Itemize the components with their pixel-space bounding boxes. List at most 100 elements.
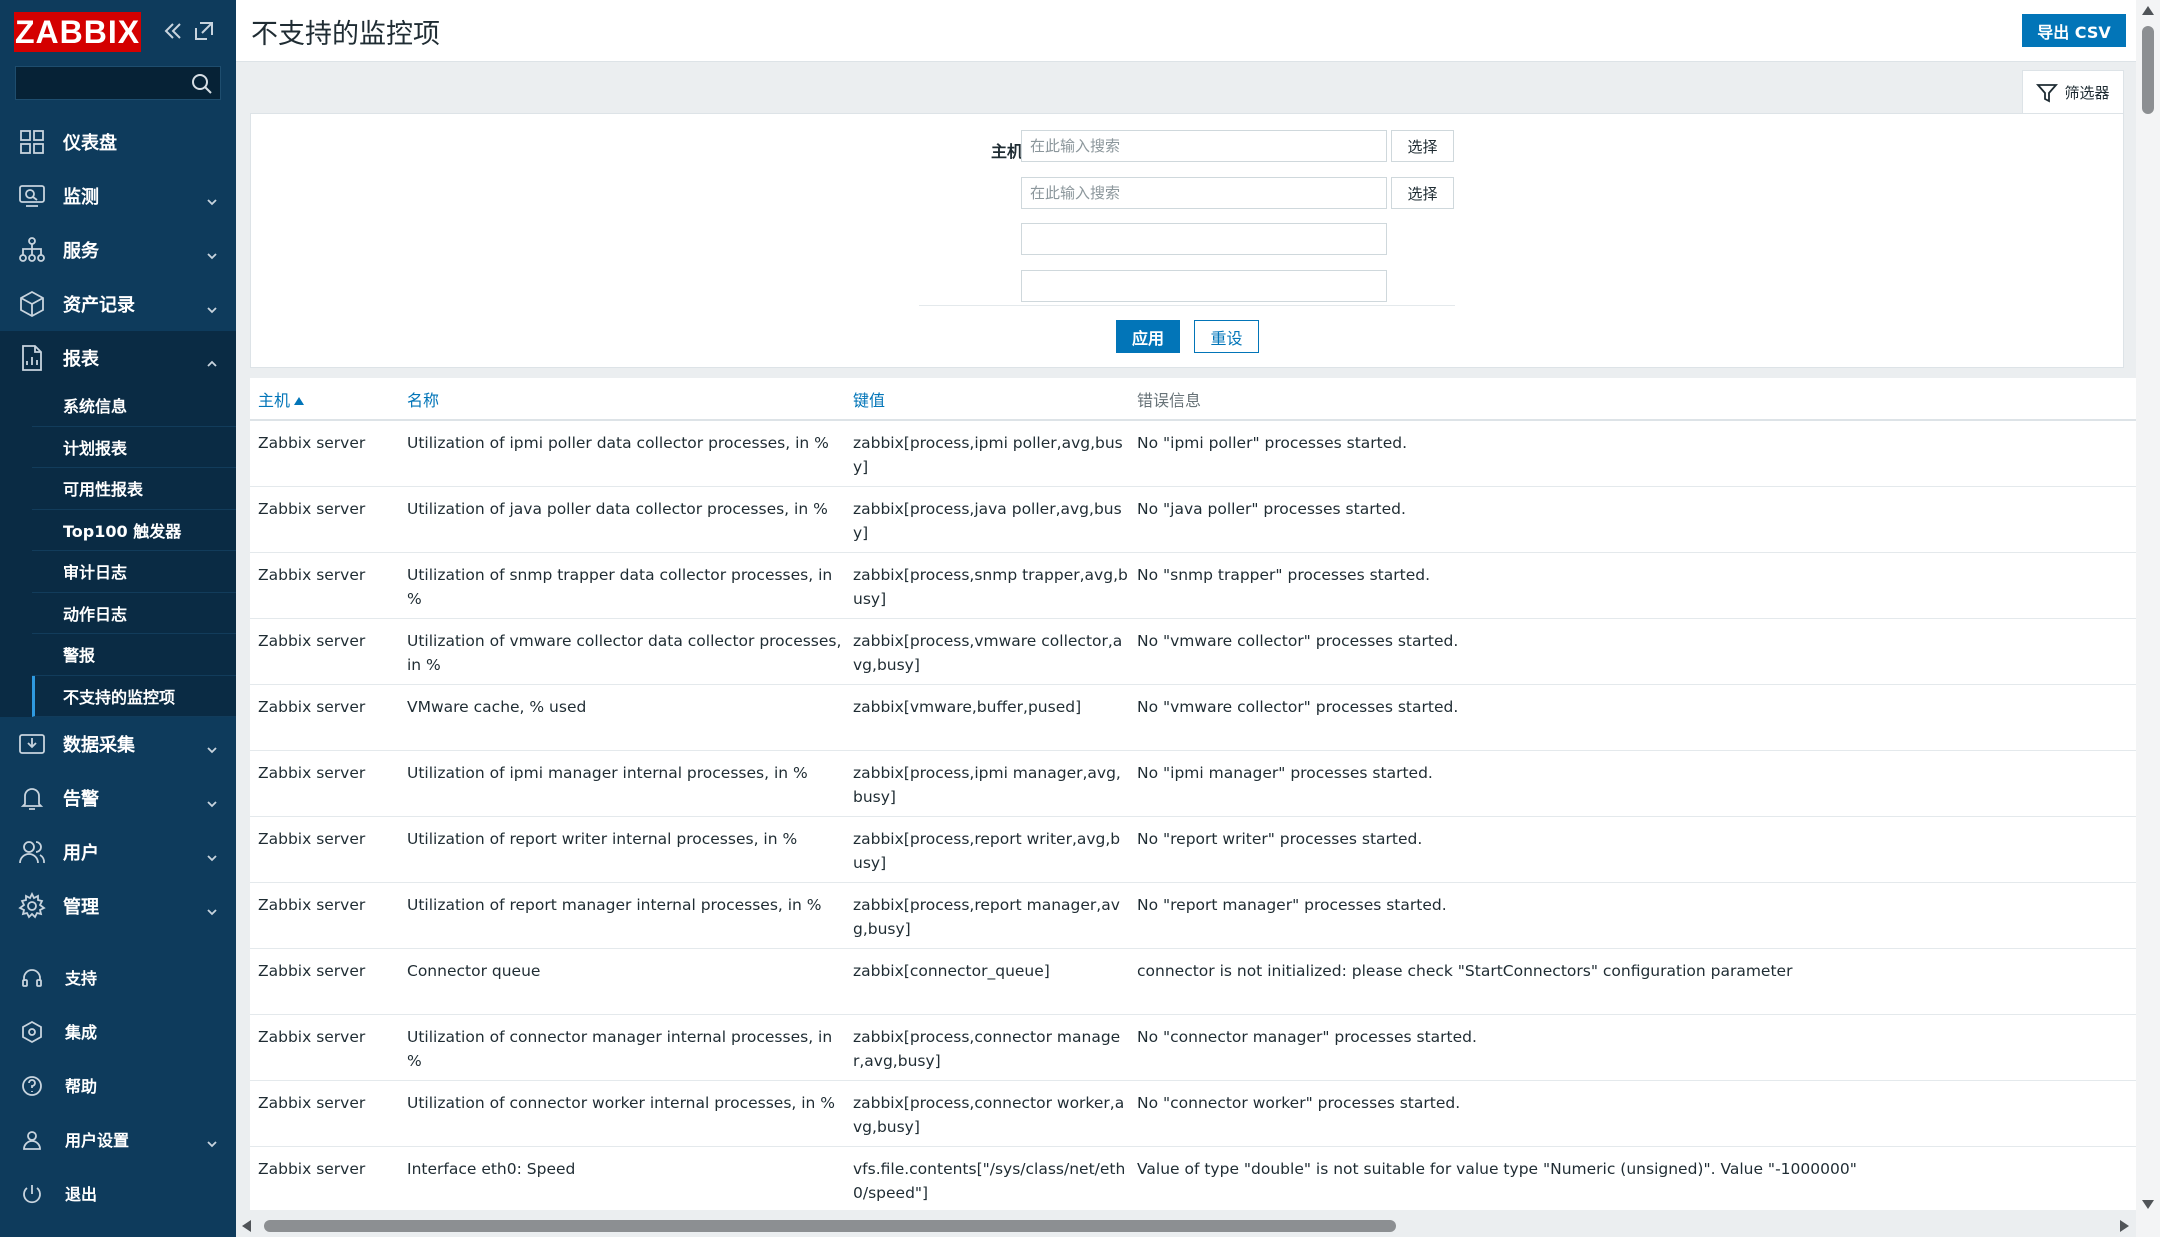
data-collection-icon — [18, 730, 46, 758]
menu-item-inventory[interactable]: 资产记录 — [0, 277, 236, 331]
host-group-select-button[interactable]: 选择 — [1391, 130, 1454, 162]
filter-row-host: 主机 选择 — [251, 177, 2123, 211]
menu-item-help[interactable]: 帮助 — [0, 1058, 236, 1112]
reports-submenu: 系统信息 计划报表 可用性报表 Top100 触发器 审计日志 动作日志 警报 … — [0, 385, 236, 717]
sort-ascending-icon — [294, 396, 305, 405]
menu-label: 服务 — [63, 241, 99, 262]
host-group-input[interactable] — [1021, 130, 1387, 162]
menu-label: 报表 — [63, 349, 99, 370]
cell-key: zabbix[process,report writer,avg,busy] — [845, 816, 1129, 883]
column-host[interactable]: 主机 — [250, 378, 399, 421]
chevron-down-icon — [206, 847, 218, 862]
filter-panel: 主机群组 选择 主机 选择 名称 键值 应用 重设 — [250, 113, 2124, 368]
zabbix-logo[interactable]: ZABBIX — [14, 12, 141, 52]
reset-button[interactable]: 重设 — [1194, 320, 1259, 353]
menu-label: 数据采集 — [63, 735, 135, 756]
submenu-system-information[interactable]: 系统信息 — [32, 385, 236, 427]
menu-label: 退出 — [65, 1185, 98, 1204]
filter-row-key: 键值 — [251, 270, 2123, 304]
scroll-right-icon[interactable] — [2120, 1220, 2129, 1232]
cell-name: Utilization of java poller data collecto… — [399, 486, 845, 553]
cell-host: Zabbix server — [250, 552, 399, 619]
chevron-down-icon — [206, 299, 218, 314]
cell-key: zabbix[process,snmp trapper,avg,busy] — [845, 552, 1129, 619]
sidebar-search — [15, 66, 221, 100]
submenu-unsupported-items[interactable]: 不支持的监控项 — [32, 675, 236, 717]
menu-label: 帮助 — [65, 1077, 98, 1096]
filter-tab[interactable]: 筛选器 — [2022, 70, 2124, 114]
help-icon — [20, 1074, 44, 1098]
vertical-scroll-thumb[interactable] — [2142, 26, 2154, 114]
submenu-audit-log[interactable]: 审计日志 — [32, 551, 236, 593]
apply-button[interactable]: 应用 — [1116, 320, 1180, 353]
chevron-down-icon — [206, 1134, 218, 1148]
services-icon — [18, 236, 46, 264]
cell-host: Zabbix server — [250, 618, 399, 685]
name-input[interactable] — [1021, 223, 1387, 255]
menu-item-dashboards[interactable]: 仪表盘 — [0, 115, 236, 169]
menu-item-reports[interactable]: 报表 — [0, 331, 236, 385]
cell-key: zabbix[process,ipmi poller,avg,busy] — [845, 420, 1129, 487]
inventory-icon — [18, 290, 46, 318]
menu-item-integrations[interactable]: 集成 — [0, 1004, 236, 1058]
host-select-button[interactable]: 选择 — [1391, 177, 1454, 209]
cell-host: Zabbix server — [250, 1080, 399, 1147]
autohide-sidebar-icon[interactable] — [191, 18, 217, 44]
column-key[interactable]: 键值 — [845, 378, 1129, 421]
vertical-scrollbar[interactable] — [2136, 0, 2160, 1237]
submenu-notifications[interactable]: 警报 — [32, 634, 236, 676]
menu-item-monitoring[interactable]: 监测 — [0, 169, 236, 223]
search-icon[interactable] — [190, 72, 214, 96]
menu-item-alerts[interactable]: 告警 — [0, 771, 236, 825]
integrations-icon — [20, 1020, 44, 1044]
reports-icon — [18, 344, 46, 372]
menu-item-users[interactable]: 用户 — [0, 825, 236, 879]
submenu-top100-triggers[interactable]: Top100 触发器 — [32, 510, 236, 551]
table-row: Zabbix server VMware cache, % used zabbi… — [250, 684, 2136, 751]
cell-host: Zabbix server — [250, 486, 399, 553]
menu-item-sign-out[interactable]: 退出 — [0, 1166, 236, 1220]
scroll-up-icon[interactable] — [2142, 6, 2154, 15]
menu-item-services[interactable]: 服务 — [0, 223, 236, 277]
table-row: Zabbix server Utilization of connector m… — [250, 1014, 2136, 1081]
scroll-left-icon[interactable] — [242, 1220, 251, 1232]
chevron-down-icon — [206, 191, 218, 206]
cell-host: Zabbix server — [250, 684, 399, 751]
menu-item-data-collection[interactable]: 数据采集 — [0, 717, 236, 771]
main-menu: 仪表盘 监测 服务 资产记录 报表 系统信息 计划报表 可用性报表 Top100… — [0, 115, 236, 933]
table-row: Zabbix server Interface eth0: Speed vfs.… — [250, 1146, 2136, 1210]
column-name[interactable]: 名称 — [399, 378, 845, 421]
menu-item-support[interactable]: 支持 — [0, 950, 236, 1004]
cell-host: Zabbix server — [250, 420, 399, 487]
sidebar-search-input[interactable] — [16, 67, 186, 99]
column-host-label: 主机 — [258, 390, 291, 410]
export-csv-button[interactable]: 导出 CSV — [2022, 14, 2126, 47]
cell-host: Zabbix server — [250, 948, 399, 1015]
cell-key: zabbix[connector_queue] — [845, 948, 1129, 1015]
cell-error: No "java poller" processes started. — [1129, 486, 2136, 553]
cell-key: zabbix[vmware,buffer,pused] — [845, 684, 1129, 751]
menu-item-user-settings[interactable]: 用户设置 — [0, 1112, 236, 1166]
scroll-down-icon[interactable] — [2142, 1200, 2154, 1209]
horizontal-scroll-thumb[interactable] — [264, 1220, 1396, 1232]
chevron-down-icon — [206, 739, 218, 754]
key-input[interactable] — [1021, 270, 1387, 302]
cell-key: zabbix[process,vmware collector,avg,busy… — [845, 618, 1129, 685]
cell-error: No "vmware collector" processes started. — [1129, 684, 2136, 751]
cell-key: zabbix[process,java poller,avg,busy] — [845, 486, 1129, 553]
submenu-availability-report[interactable]: 可用性报表 — [32, 468, 236, 510]
cell-key: zabbix[process,ipmi manager,avg,busy] — [845, 750, 1129, 817]
horizontal-scrollbar[interactable] — [238, 1215, 2136, 1237]
cell-name: Utilization of connector manager interna… — [399, 1014, 845, 1081]
chevron-down-icon — [206, 245, 218, 260]
collapse-sidebar-icon[interactable] — [160, 18, 186, 44]
cell-error: No "ipmi manager" processes started. — [1129, 750, 2136, 817]
host-input[interactable] — [1021, 177, 1387, 209]
cell-name: Utilization of ipmi poller data collecto… — [399, 420, 845, 487]
menu-item-administration[interactable]: 管理 — [0, 879, 236, 933]
page-header: 不支持的监控项 导出 CSV — [236, 0, 2136, 62]
table-row: Zabbix server Utilization of connector w… — [250, 1080, 2136, 1147]
cell-error: No "vmware collector" processes started. — [1129, 618, 2136, 685]
submenu-scheduled-reports[interactable]: 计划报表 — [32, 427, 236, 468]
submenu-action-log[interactable]: 动作日志 — [32, 593, 236, 634]
